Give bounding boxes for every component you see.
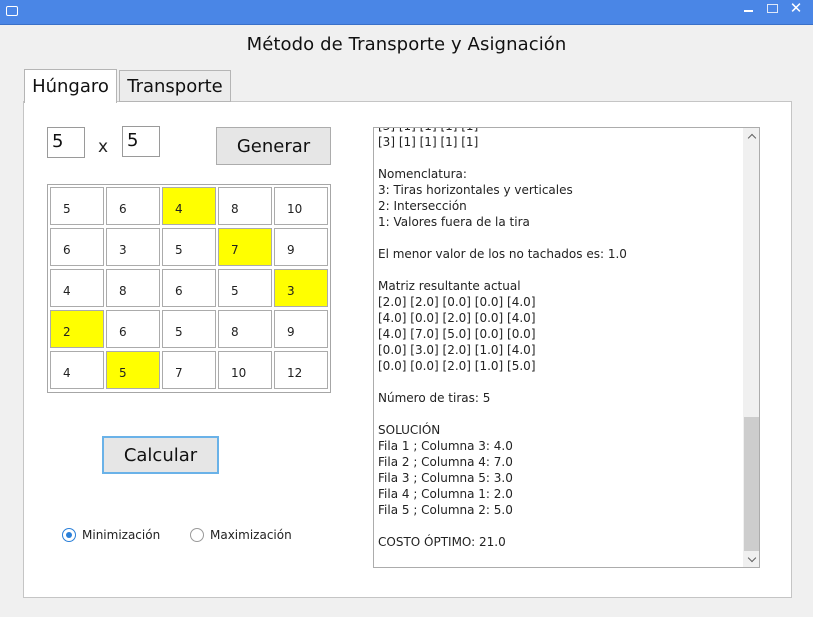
maximizacion-label: Maximización [210, 528, 292, 542]
matrix-cell[interactable]: 4 [50, 351, 104, 389]
page-heading: Método de Transporte y Asignación [246, 34, 567, 55]
title-bar: ✕ [0, 0, 813, 25]
tab-transporte[interactable]: Transporte [119, 70, 231, 102]
minimizacion-label: Minimización [82, 528, 161, 542]
matrix-cell[interactable]: 5 [106, 351, 160, 389]
calcular-button[interactable]: Calcular [102, 436, 219, 474]
scroll-down-arrow-icon[interactable] [744, 551, 759, 567]
maximizacion-radio[interactable]: Maximización [190, 528, 292, 542]
matrix-cell[interactable]: 6 [50, 228, 104, 266]
window-app-icon [6, 6, 18, 16]
columns-input[interactable]: 5 [122, 126, 160, 157]
scrollbar-thumb[interactable] [744, 417, 759, 551]
matrix-cell[interactable]: 5 [162, 310, 216, 348]
matrix-cell[interactable]: 12 [274, 351, 328, 389]
result-text: [3] [1] [1] [1] [1] [3] [1] [1] [1] [1] … [378, 128, 627, 549]
matrix-cell[interactable]: 8 [218, 187, 272, 225]
matrix-cell[interactable]: 4 [162, 187, 216, 225]
cost-matrix-grid: 5 6 4 8 10 6 3 5 7 9 4 8 6 5 3 2 6 5 8 9 4 5 7 10 12 [47, 184, 331, 393]
matrix-cell[interactable]: 3 [106, 228, 160, 266]
matrix-cell[interactable]: 8 [218, 310, 272, 348]
matrix-cell[interactable]: 6 [162, 269, 216, 307]
matrix-cell[interactable]: 3 [274, 269, 328, 307]
minimizacion-radio[interactable]: Minimización [62, 528, 160, 542]
matrix-cell[interactable]: 10 [274, 187, 328, 225]
result-textarea[interactable]: [3] [1] [1] [1] [1] [3] [1] [1] [1] [1] … [373, 127, 760, 568]
matrix-cell[interactable]: 4 [50, 269, 104, 307]
close-button[interactable]: ✕ [784, 0, 808, 16]
matrix-cell[interactable]: 8 [106, 269, 160, 307]
matrix-cell[interactable]: 5 [162, 228, 216, 266]
matrix-cell[interactable]: 10 [218, 351, 272, 389]
matrix-cell[interactable]: 7 [162, 351, 216, 389]
times-label: x [98, 137, 109, 157]
radio-unselected-icon[interactable] [190, 528, 204, 542]
tab-hungaro[interactable]: Húngaro [24, 69, 117, 103]
matrix-cell[interactable]: 5 [50, 187, 104, 225]
generar-button[interactable]: Generar [216, 127, 331, 165]
matrix-cell[interactable]: 6 [106, 310, 160, 348]
matrix-cell[interactable]: 7 [218, 228, 272, 266]
matrix-cell[interactable]: 5 [218, 269, 272, 307]
matrix-cell[interactable]: 2 [50, 310, 104, 348]
matrix-cell[interactable]: 6 [106, 187, 160, 225]
radio-selected-icon[interactable] [62, 528, 76, 542]
maximize-button[interactable] [760, 0, 784, 16]
minimize-button[interactable] [736, 0, 760, 16]
matrix-cell[interactable]: 9 [274, 310, 328, 348]
scroll-up-arrow-icon[interactable] [744, 128, 759, 144]
rows-input[interactable]: 5 [47, 127, 85, 158]
matrix-cell[interactable]: 9 [274, 228, 328, 266]
